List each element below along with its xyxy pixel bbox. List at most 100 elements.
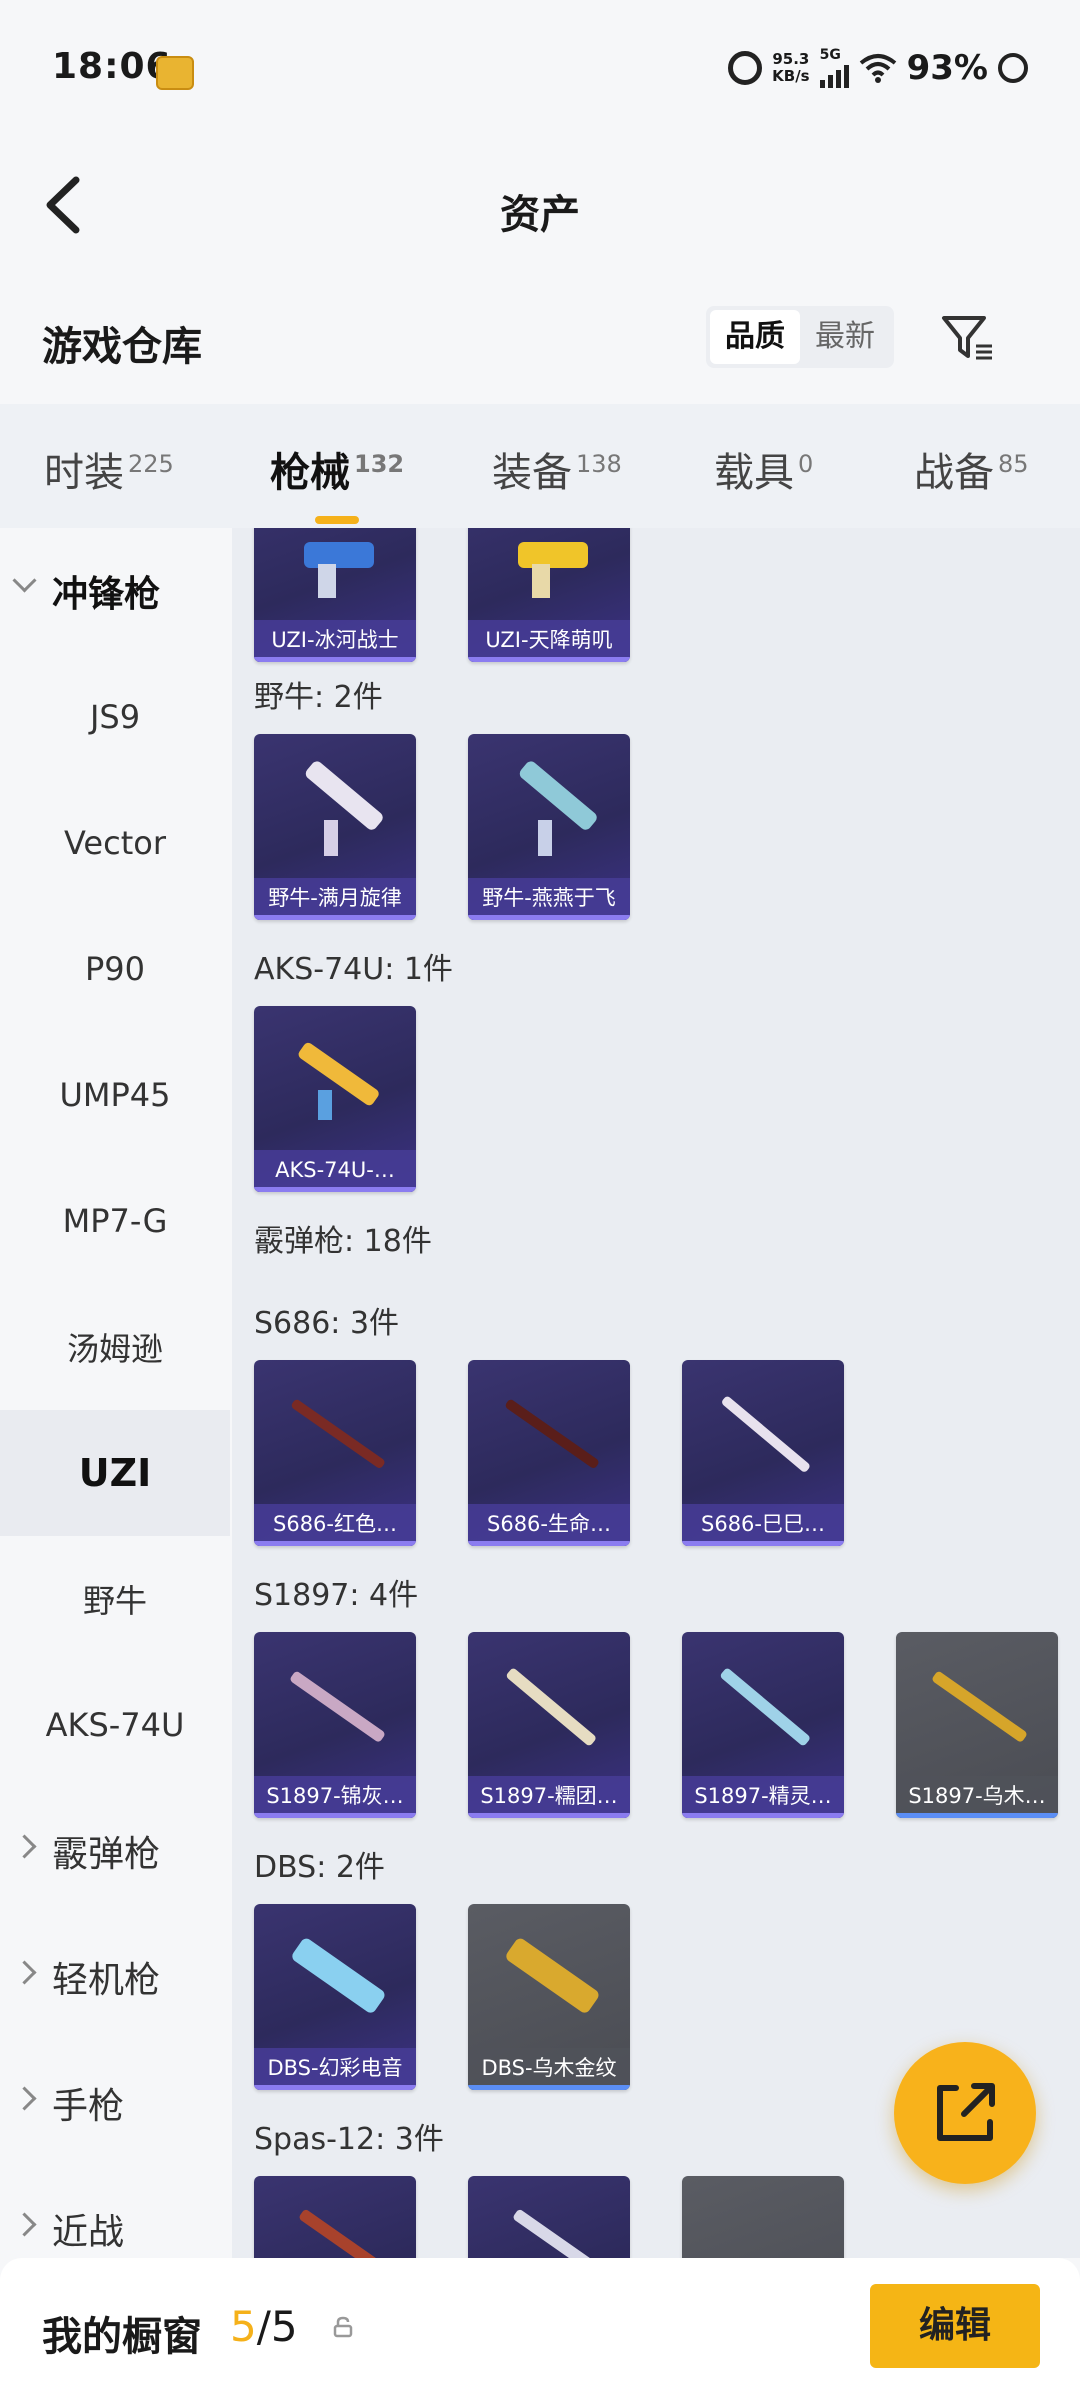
sidebar-item-label: 轻机枪	[52, 1960, 161, 2001]
sort-newest-button[interactable]: 最新	[800, 310, 890, 364]
weapon-card-name: S686-红色…	[254, 1504, 416, 1546]
sidebar-item-vector[interactable]: Vector	[0, 780, 230, 906]
sidebar-item-label: 冲锋枪	[52, 574, 161, 615]
weapon-card-name: UZI-天降萌叽	[468, 620, 630, 662]
weapon-image-icon	[298, 1042, 379, 1120]
weapon-image-icon	[506, 1668, 596, 1746]
weapon-card-name: UZI-冰河战士	[254, 620, 416, 662]
group-label: AKS-74U: 1件	[254, 952, 453, 987]
network-speed-unit: KB/s	[772, 67, 810, 85]
weapon-card[interactable]: S686-生命…	[468, 1360, 630, 1546]
tab-vehicles[interactable]: 载具 0	[714, 440, 813, 498]
group-label: Spas-12: 3件	[254, 2122, 444, 2157]
weapon-card[interactable]: DBS-幻彩电音	[254, 1904, 416, 2090]
weapon-image-icon	[506, 1938, 599, 2013]
edit-button[interactable]: 编辑	[870, 2284, 1040, 2368]
weapon-card[interactable]	[682, 2176, 844, 2258]
weapon-image-icon	[720, 1668, 810, 1746]
weapon-image-icon	[519, 761, 597, 856]
tab-count: 85	[998, 450, 1029, 478]
network-speed: 95.3 KB/s	[772, 51, 809, 85]
weapon-card[interactable]: S1897-乌木…	[896, 1632, 1058, 1818]
weapon-card[interactable]: AKS-74U-…	[254, 1006, 416, 1192]
external-link-icon	[937, 2083, 995, 2141]
warehouse-title: 游戏仓库	[42, 324, 202, 370]
weapon-card-name: AKS-74U-…	[254, 1150, 416, 1192]
sidebar-item-pistol[interactable]: 手枪	[0, 2040, 230, 2166]
sort-quality-button[interactable]: 品质	[710, 310, 800, 364]
alarm-icon	[728, 51, 763, 85]
weapon-card[interactable]: UZI-冰河战士	[254, 528, 416, 662]
weapon-card[interactable]	[254, 2176, 416, 2258]
tab-equipment[interactable]: 装备 138	[492, 440, 622, 498]
sidebar-item-mp7g[interactable]: MP7-G	[0, 1158, 230, 1284]
group-label: 霰弹枪: 18件	[254, 1224, 432, 1259]
tab-label: 枪械	[270, 450, 350, 496]
sidebar-item-bizon[interactable]: 野牛	[0, 1536, 230, 1662]
showcase-count-current: 5	[230, 2302, 257, 2351]
tab-fashion[interactable]: 时装 225	[44, 440, 174, 498]
weapon-image-icon	[505, 1399, 599, 1468]
sidebar-item-thompson[interactable]: 汤姆逊	[0, 1284, 230, 1410]
sidebar-item-shotgun[interactable]: 霰弹枪	[0, 1788, 230, 1914]
tab-label: 载具	[714, 450, 794, 496]
signal-icon	[819, 62, 849, 88]
chevron-right-icon	[12, 2086, 37, 2111]
sidebar-item-smg[interactable]: 冲锋枪	[0, 528, 230, 654]
filter-icon[interactable]	[938, 310, 998, 366]
chevron-right-icon	[12, 2212, 37, 2237]
weapon-image-icon	[305, 761, 383, 856]
weapon-card[interactable]: S686-巳巳…	[682, 1360, 844, 1546]
weapon-card[interactable]: S686-红色…	[254, 1360, 416, 1546]
tab-guns[interactable]: 枪械 132	[270, 440, 405, 524]
network-type: 5G	[819, 47, 841, 63]
sidebar-item-js9[interactable]: JS9	[0, 654, 230, 780]
page-title: 资产	[500, 192, 580, 238]
sort-toggle: 品质 最新	[706, 306, 894, 368]
tab-count: 138	[576, 450, 622, 478]
weapon-card-name: DBS-乌木金纹	[468, 2048, 630, 2090]
weapon-card[interactable]: DBS-乌木金纹	[468, 1904, 630, 2090]
sidebar-item-uzi[interactable]: UZI	[0, 1410, 230, 1536]
showcase-title: 我的橱窗	[42, 2314, 202, 2360]
sidebar-item-label: 手枪	[52, 2086, 125, 2127]
tab-label: 战备	[914, 450, 994, 496]
sidebar-item-ump45[interactable]: UMP45	[0, 1032, 230, 1158]
group-label: DBS: 2件	[254, 1850, 385, 1885]
weapon-card-name: S1897-糯团…	[468, 1776, 630, 1818]
weapon-card-name: 野牛-燕燕于飞	[468, 878, 630, 920]
weapon-card[interactable]	[468, 2176, 630, 2258]
share-fab[interactable]	[894, 2042, 1036, 2184]
tab-label: 时装	[44, 450, 124, 496]
weapon-card[interactable]: S1897-锦灰…	[254, 1632, 416, 1818]
weapon-image-icon	[299, 2209, 386, 2258]
weapon-card-name: 野牛-满月旋律	[254, 878, 416, 920]
weapon-card[interactable]: UZI-天降萌叽	[468, 528, 630, 662]
status-icons: 95.3 KB/s 5G 93%	[728, 48, 1028, 88]
sidebar-item-lmg[interactable]: 轻机枪	[0, 1914, 230, 2040]
sidebar-item-label: 近战	[52, 2212, 125, 2253]
sidebar-item-aks74u[interactable]: AKS-74U	[0, 1662, 230, 1788]
weapon-image-icon	[722, 1396, 810, 1472]
showcase-count: 5/5	[230, 2302, 298, 2351]
weapon-card[interactable]: S1897-糯团…	[468, 1632, 630, 1818]
tab-count: 132	[354, 450, 405, 478]
group-label: 野牛: 2件	[254, 680, 383, 715]
group-label: S1897: 4件	[254, 1578, 419, 1613]
weapon-image-icon	[292, 1938, 385, 2013]
tab-battle-gear[interactable]: 战备 85	[914, 440, 1029, 498]
chevron-down-icon	[12, 568, 37, 593]
weapon-card[interactable]: 野牛-满月旋律	[254, 734, 416, 920]
category-tabs: 时装 225 枪械 132 装备 138 载具 0 战备 85	[0, 404, 1080, 528]
sidebar-item-p90[interactable]: P90	[0, 906, 230, 1032]
weapon-card[interactable]: S1897-精灵…	[682, 1632, 844, 1818]
weapon-image-icon	[518, 542, 588, 598]
weapon-image-icon	[290, 1671, 385, 1742]
tab-count: 0	[798, 450, 814, 478]
wifi-icon	[859, 54, 896, 83]
showcase-bar: 我的橱窗 5/5 编辑	[0, 2258, 1080, 2400]
weapon-card[interactable]: 野牛-燕燕于飞	[468, 734, 630, 920]
group-label: S686: 3件	[254, 1306, 400, 1341]
top-nav: 资产	[0, 142, 1080, 284]
signal-group: 5G	[819, 47, 849, 88]
